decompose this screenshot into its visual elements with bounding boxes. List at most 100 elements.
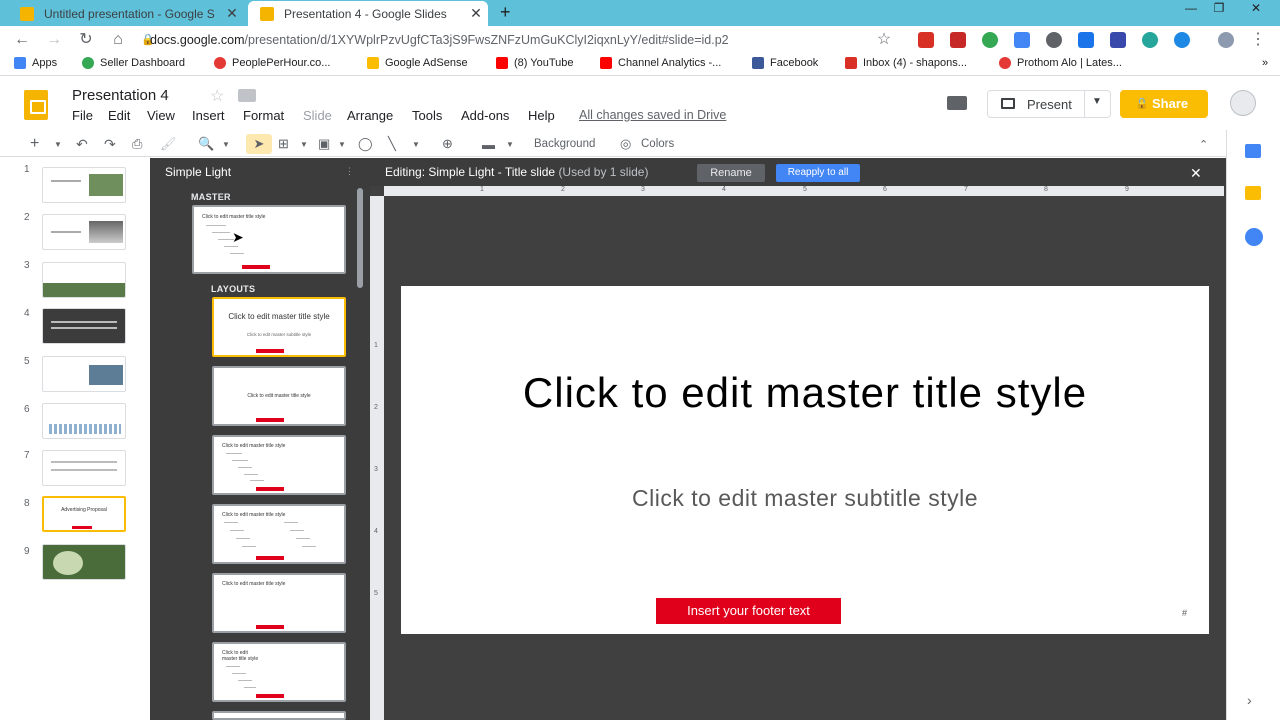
tasks-icon[interactable] <box>1245 228 1263 246</box>
menu-slide[interactable]: Slide <box>303 108 332 123</box>
slide-thumbnail-8[interactable]: Advertising Proposal <box>42 496 126 532</box>
master-thumbnail[interactable]: Click to edit master title style ➤ <box>192 205 346 274</box>
share-button[interactable]: 🔒 Share <box>1120 90 1208 118</box>
slide-thumbnail-6[interactable] <box>42 403 126 439</box>
profile-avatar[interactable] <box>1218 32 1234 48</box>
bookmark-star-icon[interactable]: ☆ <box>874 30 894 50</box>
close-master-editor-icon[interactable]: ✕ <box>1190 165 1202 182</box>
extension-icon[interactable] <box>950 32 966 48</box>
close-tab-icon[interactable]: ✕ <box>220 5 244 22</box>
adblock-extension-icon[interactable] <box>918 32 934 48</box>
translate-extension-icon[interactable] <box>1014 32 1030 48</box>
extension-icon[interactable] <box>1078 32 1094 48</box>
minimize-window-icon[interactable]: — <box>1176 0 1206 16</box>
menu-edit[interactable]: Edit <box>108 108 130 123</box>
menu-arrange[interactable]: Arrange <box>347 108 393 123</box>
bookmark-gmail-inbox[interactable]: Inbox (4) - shapons... <box>845 57 967 69</box>
collapse-toolbar-icon[interactable]: ⌃ <box>1199 134 1208 154</box>
browser-tab-untitled[interactable]: Untitled presentation - Google S ✕ <box>8 1 244 26</box>
zoom-dropdown-icon[interactable]: ▼ <box>222 134 230 154</box>
paint-format-icon[interactable]: 🖌 <box>160 134 177 154</box>
slide-page[interactable] <box>401 286 1209 634</box>
layouts-scrollbar[interactable] <box>357 188 363 288</box>
forward-arrow-icon[interactable]: → <box>44 30 64 50</box>
slide-footer-placeholder[interactable]: Insert your footer text <box>656 598 841 624</box>
close-window-icon[interactable]: ✕ <box>1236 0 1276 16</box>
present-button[interactable]: Present ▼ <box>987 90 1111 118</box>
image-dropdown-icon[interactable]: ▼ <box>338 134 346 154</box>
extension-icon[interactable] <box>1046 32 1062 48</box>
layout-thumbnail-partial[interactable] <box>212 711 346 720</box>
layout-dropdown-icon[interactable]: ▼ <box>506 134 514 154</box>
placeholder-icon[interactable]: ⊕ <box>442 134 453 154</box>
print-icon[interactable]: ⎙ <box>132 134 142 154</box>
slide-thumbnail-7[interactable] <box>42 450 126 486</box>
slide-thumbnail-5[interactable] <box>42 356 126 392</box>
layout-icon[interactable]: ▬ <box>482 134 495 154</box>
palette-icon[interactable]: ◎ <box>620 134 631 154</box>
menu-addons[interactable]: Add-ons <box>461 108 509 123</box>
bookmark-prothom-alo[interactable]: Prothom Alo | Lates... <box>999 57 1122 69</box>
layout-thumbnail-two-columns[interactable]: Click to edit master title style <box>212 504 346 564</box>
shape-icon[interactable]: ◯ <box>358 134 373 154</box>
grammarly-extension-icon[interactable] <box>982 32 998 48</box>
extension-icon[interactable] <box>1142 32 1158 48</box>
menu-tools[interactable]: Tools <box>412 108 442 123</box>
bookmark-apps[interactable]: Apps <box>14 57 57 69</box>
undo-icon[interactable]: ↶ <box>76 134 88 154</box>
new-slide-dropdown-icon[interactable]: ▼ <box>54 134 62 154</box>
extension-icon[interactable] <box>1110 32 1126 48</box>
image-icon[interactable]: ▣ <box>318 134 330 154</box>
present-dropdown-icon[interactable]: ▼ <box>1092 96 1102 107</box>
bookmark-seller-dashboard[interactable]: Seller Dashboard <box>82 57 185 69</box>
slide-number-placeholder[interactable]: # <box>1182 608 1187 618</box>
slide-thumbnail-1[interactable] <box>42 167 126 203</box>
expand-panel-icon[interactable]: › <box>1247 692 1252 708</box>
rename-button[interactable]: Rename <box>697 164 765 182</box>
text-box-dropdown-icon[interactable]: ▼ <box>300 134 308 154</box>
bookmark-facebook[interactable]: Facebook <box>752 57 818 69</box>
menu-insert[interactable]: Insert <box>192 108 225 123</box>
slide-thumbnail-2[interactable] <box>42 214 126 250</box>
url-field[interactable]: docs.google.com/presentation/d/1XYWplrPz… <box>150 33 729 47</box>
save-status-link[interactable]: All changes saved in Drive <box>579 108 726 122</box>
menu-format[interactable]: Format <box>243 108 284 123</box>
slide-title-placeholder[interactable]: Click to edit master title style <box>401 366 1209 419</box>
text-box-icon[interactable]: ⊞ <box>278 134 289 154</box>
folder-icon[interactable] <box>238 89 256 102</box>
browser-tab-presentation-4[interactable]: Presentation 4 - Google Slides ✕ <box>248 1 488 26</box>
bookmark-youtube[interactable]: (8) YouTube <box>496 57 574 69</box>
vertical-ruler[interactable]: 1 2 3 4 5 <box>370 196 384 720</box>
bookmark-adsense[interactable]: Google AdSense <box>367 57 468 69</box>
colors-button[interactable]: Colors <box>641 134 674 154</box>
home-icon[interactable]: ⌂ <box>108 30 128 50</box>
menu-view[interactable]: View <box>147 108 175 123</box>
reload-icon[interactable]: ↻ <box>76 30 96 50</box>
close-tab-icon[interactable]: ✕ <box>464 5 488 22</box>
star-icon[interactable]: ☆ <box>210 86 224 106</box>
theme-menu-icon[interactable]: ⋮ <box>345 166 354 177</box>
more-bookmarks-icon[interactable]: » <box>1262 57 1268 69</box>
user-avatar[interactable] <box>1230 90 1256 116</box>
new-slide-icon[interactable]: + <box>30 134 39 154</box>
new-tab-button[interactable]: + <box>500 2 511 23</box>
restore-window-icon[interactable]: ❐ <box>1204 0 1234 16</box>
calendar-icon[interactable] <box>1245 144 1261 158</box>
layout-thumbnail-one-column[interactable]: Click to edit master title style <box>212 642 346 702</box>
bookmark-peopleperhour[interactable]: PeoplePerHour.co... <box>214 57 330 69</box>
background-button[interactable]: Background <box>534 134 595 154</box>
horizontal-ruler[interactable]: 1 2 3 4 5 6 7 8 9 <box>384 186 1224 196</box>
line-icon[interactable]: ╲ <box>388 134 396 154</box>
layout-thumbnail-section-header[interactable]: Click to edit master title style <box>212 366 346 426</box>
layout-thumbnail-title-body[interactable]: Click to edit master title style <box>212 435 346 495</box>
slide-thumbnail-3[interactable] <box>42 262 126 298</box>
back-arrow-icon[interactable]: ← <box>12 30 32 50</box>
line-dropdown-icon[interactable]: ▼ <box>412 134 420 154</box>
bookmark-channel-analytics[interactable]: Channel Analytics -... <box>600 57 721 69</box>
layout-thumbnail-title-slide[interactable]: Click to edit master title style Click t… <box>212 297 346 357</box>
shield-extension-icon[interactable] <box>1174 32 1190 48</box>
keep-icon[interactable] <box>1245 186 1261 200</box>
slide-thumbnail-9[interactable] <box>42 544 126 580</box>
reapply-to-all-button[interactable]: Reapply to all <box>776 164 860 182</box>
browser-menu-icon[interactable]: ⋮ <box>1248 30 1268 50</box>
